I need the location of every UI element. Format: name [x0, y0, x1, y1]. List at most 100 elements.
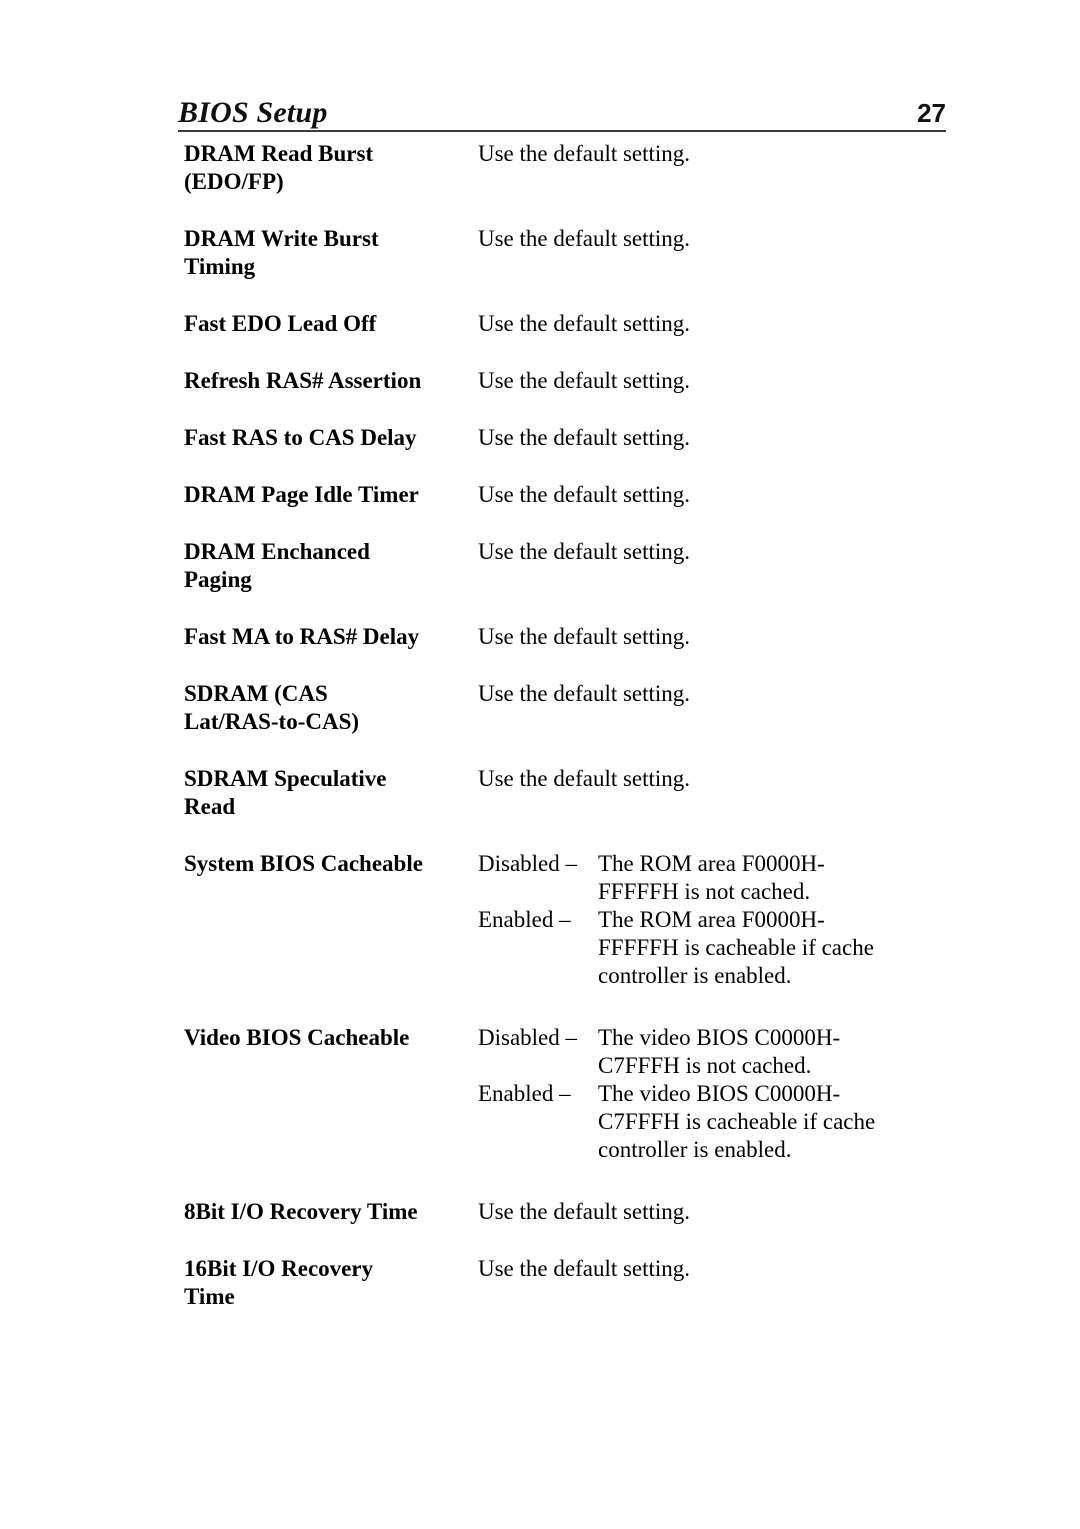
setting-label: DRAM Page Idle Timer — [184, 481, 478, 509]
setting-label-line: Paging — [184, 567, 252, 592]
setting-label: Fast EDO Lead Off — [184, 310, 478, 338]
setting-option-name: Disabled – — [478, 851, 578, 876]
setting-label: SDRAM Speculative Read — [184, 765, 478, 821]
setting-description: Use the default setting. — [478, 538, 944, 566]
setting-label-line: DRAM Read Burst — [184, 141, 374, 166]
setting-option-text-line: controller is enabled. — [598, 963, 792, 988]
setting-label-line: Time — [184, 1284, 235, 1309]
settings-list: DRAM Read Burst (EDO/FP) Use the default s… — [184, 140, 944, 1340]
setting-label-line: SDRAM (CAS — [184, 681, 328, 706]
setting-description-line: Use the default setting. — [478, 141, 691, 166]
setting-label: DRAM Enchanced Paging — [184, 538, 478, 594]
setting-row: Fast MA to RAS# Delay Use the default set… — [184, 623, 944, 651]
setting-label-line: 8Bit I/O Recovery Time — [184, 1199, 418, 1224]
setting-option-text-line: The video BIOS C0000H- — [598, 1025, 841, 1050]
setting-row: Refresh RAS# Assertion Use the default se… — [184, 367, 944, 395]
setting-description-line: Use the default setting. — [478, 539, 691, 564]
setting-label-line: Fast EDO Lead Off — [184, 311, 377, 336]
setting-row: DRAM Read Burst (EDO/FP) Use the default s… — [184, 140, 944, 196]
setting-description: Use the default setting. — [478, 680, 944, 708]
setting-label: DRAM Write Burst Timing — [184, 225, 478, 281]
setting-description: Use the default setting. — [478, 424, 944, 452]
setting-option-text-line: FFFFFH is not cached. — [598, 879, 811, 904]
setting-label-line: 16Bit I/O Recovery — [184, 1256, 374, 1281]
setting-row: SDRAM Speculative Read Use the default set… — [184, 765, 944, 821]
setting-label: Refresh RAS# Assertion — [184, 367, 478, 395]
setting-option-text-line: The ROM area F0000H- — [598, 907, 825, 932]
setting-label-line: Video BIOS Cacheable — [184, 1025, 410, 1050]
setting-row: 8Bit I/O Recovery Time Use the default se… — [184, 1198, 944, 1226]
setting-description: Use the default setting. — [478, 765, 944, 793]
setting-description: Use the default setting. — [478, 1198, 944, 1226]
setting-label-line: DRAM Write Burst — [184, 226, 379, 251]
setting-option: Disabled – The ROM area F0000H- FFFFFH is … — [478, 850, 944, 906]
setting-description: Disabled – The ROM area F0000H- FFFFFH is … — [478, 850, 944, 990]
running-header: BIOS Setup 27 — [178, 86, 946, 132]
setting-label: Fast MA to RAS# Delay — [184, 623, 478, 651]
setting-description: Use the default setting. — [478, 481, 944, 509]
setting-label-line: Refresh RAS# Assertion — [184, 368, 422, 393]
page-title: BIOS Setup — [178, 96, 328, 129]
setting-label-line: Fast MA to RAS# Delay — [184, 624, 420, 649]
setting-label-line: DRAM Enchanced — [184, 539, 370, 564]
setting-label-line: SDRAM Speculative — [184, 766, 387, 791]
setting-label-line: DRAM Page Idle Timer — [184, 482, 419, 507]
setting-label-line: Timing — [184, 254, 256, 279]
setting-option-text: The ROM area F0000H- FFFFFH is not cached… — [598, 850, 944, 906]
setting-description: Use the default setting. — [478, 225, 944, 253]
setting-option: Disabled – The video BIOS C0000H- C7FFFH i… — [478, 1024, 944, 1080]
page-number: 27 — [917, 98, 946, 128]
setting-label: 16Bit I/O Recovery Time — [184, 1255, 478, 1311]
setting-option-text-line: The ROM area F0000H- — [598, 851, 825, 876]
setting-option-text-line: FFFFFH is cacheable if cache — [598, 935, 874, 960]
setting-option-text-line: controller is enabled. — [598, 1137, 792, 1162]
setting-row: DRAM Page Idle Timer Use the default sett… — [184, 481, 944, 509]
setting-description-line: Use the default setting. — [478, 766, 691, 791]
setting-option: Enabled – The ROM area F0000H- FFFFFH is c… — [478, 906, 944, 990]
setting-label-line: Lat/RAS-to-CAS) — [184, 709, 360, 734]
setting-label-line: (EDO/FP) — [184, 169, 284, 194]
setting-label: Video BIOS Cacheable — [184, 1024, 478, 1052]
setting-label: DRAM Read Burst (EDO/FP) — [184, 140, 478, 196]
setting-row: DRAM Enchanced Paging Use the default sett… — [184, 538, 944, 594]
setting-option-text: The ROM area F0000H- FFFFFH is cacheable … — [598, 906, 944, 990]
setting-option-text-line: C7FFFH is cacheable if cache — [598, 1109, 876, 1134]
setting-option-name: Disabled – — [478, 1025, 578, 1050]
setting-description-line: Use the default setting. — [478, 681, 691, 706]
setting-row: SDRAM (CAS Lat/RAS-to-CAS) Use the default… — [184, 680, 944, 736]
setting-row: Video BIOS Cacheable Disabled – The video … — [184, 1024, 944, 1164]
setting-option-text-line: The video BIOS C0000H- — [598, 1081, 841, 1106]
document-page: BIOS Setup 27 DRAM Read Burst (EDO/FP) Use… — [0, 0, 1080, 1529]
setting-description-line: Use the default setting. — [478, 311, 691, 336]
setting-description: Use the default setting. — [478, 310, 944, 338]
setting-option-text-line: C7FFFH is not cached. — [598, 1053, 812, 1078]
setting-label: 8Bit I/O Recovery Time — [184, 1198, 478, 1226]
setting-row: Fast RAS to CAS Delay Use the default set… — [184, 424, 944, 452]
setting-label-line: Read — [184, 794, 236, 819]
setting-description-line: Use the default setting. — [478, 1199, 691, 1224]
setting-label: System BIOS Cacheable — [184, 850, 478, 878]
setting-description: Use the default setting. — [478, 1255, 944, 1283]
setting-description: Use the default setting. — [478, 367, 944, 395]
setting-description-line: Use the default setting. — [478, 226, 691, 251]
setting-row: 16Bit I/O Recovery Time Use the default se… — [184, 1255, 944, 1311]
setting-label-line: Fast RAS to CAS Delay — [184, 425, 417, 450]
setting-label: Fast RAS to CAS Delay — [184, 424, 478, 452]
setting-label-line: System BIOS Cacheable — [184, 851, 423, 876]
setting-description-line: Use the default setting. — [478, 482, 691, 507]
setting-row: System BIOS Cacheable Disabled – The ROM a… — [184, 850, 944, 990]
setting-option-text: The video BIOS C0000H- C7FFFH is not cach… — [598, 1024, 944, 1080]
setting-description-line: Use the default setting. — [478, 368, 691, 393]
setting-description-line: Use the default setting. — [478, 425, 691, 450]
setting-description-line: Use the default setting. — [478, 1256, 691, 1281]
setting-description-line: Use the default setting. — [478, 624, 691, 649]
setting-row: DRAM Write Burst Timing Use the default se… — [184, 225, 944, 281]
setting-description: Disabled – The video BIOS C0000H- C7FFFH i… — [478, 1024, 944, 1164]
setting-option-text: The video BIOS C0000H- C7FFFH is cacheabl… — [598, 1080, 944, 1164]
setting-option: Enabled – The video BIOS C0000H- C7FFFH is… — [478, 1080, 944, 1164]
setting-description: Use the default setting. — [478, 140, 944, 168]
setting-option-name: Enabled – — [478, 1081, 571, 1106]
setting-option-name: Enabled – — [478, 907, 571, 932]
setting-label: SDRAM (CAS Lat/RAS-to-CAS) — [184, 680, 478, 736]
setting-row: Fast EDO Lead Off Use the default setting… — [184, 310, 944, 338]
